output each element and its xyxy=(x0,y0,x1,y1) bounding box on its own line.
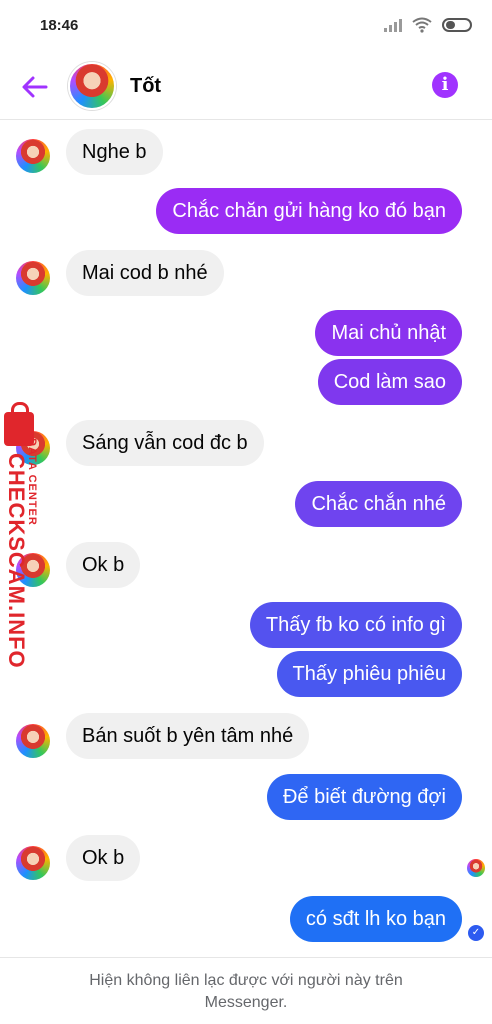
status-bar: 18:46 xyxy=(0,0,492,52)
message-list[interactable]: Nghe b Chắc chăn gửi hàng ko đó bạn Mai … xyxy=(0,121,492,957)
message-bubble-received[interactable]: Ok b xyxy=(66,542,141,588)
sender-avatar xyxy=(16,724,50,758)
signal-icon xyxy=(384,18,402,32)
contact-avatar[interactable] xyxy=(68,62,116,110)
battery-icon xyxy=(442,18,472,32)
message-bubble-received[interactable]: Bán suốt b yên tâm nhé xyxy=(66,713,310,759)
message-bubble-sent[interactable]: Chắc chăn gửi hàng ko đó bạn xyxy=(156,188,462,234)
status-icons xyxy=(384,17,472,33)
sender-avatar xyxy=(16,846,50,880)
seen-avatar-icon xyxy=(467,859,485,877)
message-bubble-sent[interactable]: Mai chủ nhật xyxy=(315,310,462,356)
contact-name[interactable]: Tốt xyxy=(130,75,161,98)
sender-avatar xyxy=(16,261,50,295)
message-bubble-sent[interactable]: Thấy fb ko có info gì xyxy=(249,602,462,648)
message-bubble-received[interactable]: Sáng vẫn cod đc b xyxy=(66,420,264,466)
sender-avatar xyxy=(16,139,50,173)
message-bubble-sent[interactable]: có sđt lh ko bạn xyxy=(289,896,462,942)
conversation-header: Tốt i xyxy=(0,52,492,120)
back-arrow-icon[interactable] xyxy=(18,70,52,104)
info-icon[interactable]: i xyxy=(432,72,458,98)
checkscam-watermark: DATA CENTER CHECKSCAM.INFO xyxy=(0,402,54,669)
status-time: 18:46 xyxy=(40,17,79,34)
message-bubble-sent[interactable]: Để biết đường đợi xyxy=(266,774,462,820)
wifi-icon xyxy=(412,17,432,33)
notice-text: Hiện không liên lạc được với người này t… xyxy=(89,972,403,1011)
watermark-text: CHECKSCAM.INFO xyxy=(4,453,29,669)
message-bubble-sent[interactable]: Cod làm sao xyxy=(317,359,462,405)
message-bubble-received[interactable]: Nghe b xyxy=(66,129,163,175)
message-bubble-received[interactable]: Ok b xyxy=(66,835,141,881)
message-bubble-sent[interactable]: Thấy phiêu phiêu xyxy=(276,651,462,697)
message-bubble-sent[interactable]: Chắc chắn nhé xyxy=(295,481,462,527)
unavailable-notice: Hiện không liên lạc được với người này t… xyxy=(0,957,492,1024)
sent-check-icon: ✓ xyxy=(468,925,484,941)
message-bubble-received[interactable]: Mai cod b nhé xyxy=(66,250,224,296)
